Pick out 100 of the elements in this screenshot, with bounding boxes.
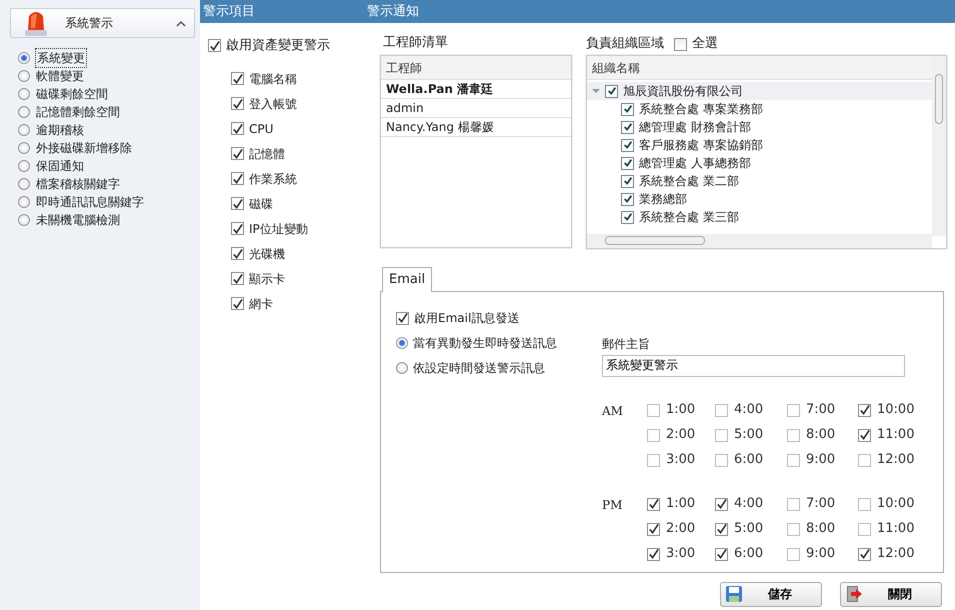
checkbox-label[interactable]: 8:00 — [806, 519, 836, 539]
checkbox-label[interactable]: 4:00 — [734, 494, 764, 514]
checkbox[interactable] — [787, 522, 800, 536]
radio-button[interactable] — [18, 142, 30, 154]
checkbox-label[interactable]: 記憶體 — [249, 144, 285, 162]
checkbox[interactable] — [787, 498, 800, 510]
radio-button[interactable] — [18, 88, 30, 100]
checkbox-label[interactable]: 2:00 — [666, 519, 696, 539]
checkbox[interactable] — [621, 210, 634, 224]
checkbox[interactable] — [621, 120, 634, 134]
checkbox-label[interactable]: 7:00 — [806, 494, 836, 514]
checkbox-label[interactable]: 磁碟 — [249, 194, 273, 212]
checkbox[interactable] — [787, 548, 800, 560]
expander-icon[interactable] — [592, 88, 600, 94]
checkbox[interactable] — [787, 454, 800, 466]
panel-header[interactable]: 系統警示 — [10, 8, 195, 38]
checkbox-label[interactable]: 啟用Email訊息發送 — [414, 309, 520, 327]
radio-button[interactable] — [18, 70, 30, 82]
checkbox[interactable] — [621, 102, 634, 116]
tree-label[interactable]: 總管理處 人事總務部 — [639, 154, 751, 172]
checkbox-label[interactable]: 8:00 — [806, 425, 836, 445]
checkbox[interactable] — [396, 312, 409, 324]
tab[interactable]: Email — [382, 267, 432, 292]
checkbox-label[interactable]: 11:00 — [877, 425, 914, 445]
checkbox-label[interactable]: 3:00 — [666, 544, 696, 564]
checkbox[interactable] — [208, 39, 221, 52]
radio-label[interactable]: 保固通知 — [36, 157, 84, 175]
horizontal-scrollbar[interactable] — [587, 234, 932, 248]
checkbox[interactable] — [605, 84, 618, 98]
checkbox[interactable] — [715, 548, 728, 560]
checkbox[interactable] — [231, 97, 244, 110]
radio-button[interactable] — [18, 214, 30, 226]
checkbox[interactable] — [715, 404, 728, 416]
radio-label[interactable]: 未關機電腦檢測 — [36, 211, 120, 229]
checkbox[interactable] — [858, 404, 871, 416]
checkbox-label[interactable]: 10:00 — [877, 400, 914, 420]
list-row[interactable]: Wella.Pan 潘韋廷 — [381, 80, 571, 99]
radio-button[interactable] — [396, 337, 408, 349]
checkbox-label[interactable]: 登入帳號 — [249, 94, 297, 112]
checkbox-label[interactable]: 作業系統 — [249, 170, 297, 188]
checkbox[interactable] — [621, 192, 634, 206]
checkbox-label[interactable]: 1:00 — [666, 494, 696, 514]
radio-button[interactable] — [18, 196, 30, 208]
tree-label[interactable]: 總管理處 財務會計部 — [639, 118, 751, 136]
checkbox-label[interactable]: 4:00 — [734, 400, 764, 420]
caret-icon[interactable] — [176, 20, 186, 26]
list-row[interactable]: Nancy.Yang 楊馨媛 — [381, 118, 571, 137]
checkbox[interactable] — [647, 522, 660, 536]
checkbox-label[interactable]: 5:00 — [734, 519, 764, 539]
checkbox[interactable] — [647, 428, 660, 442]
radio-button[interactable] — [18, 52, 30, 64]
checkbox[interactable] — [647, 454, 660, 466]
checkbox-label[interactable]: 網卡 — [249, 294, 273, 312]
checkbox[interactable] — [647, 498, 660, 510]
radio-button[interactable] — [18, 124, 30, 136]
tree-label[interactable]: 系統整合處 業三部 — [639, 208, 739, 226]
checkbox-label[interactable]: 啟用資產變更警示 — [226, 36, 330, 56]
checkbox[interactable] — [715, 498, 728, 510]
checkbox[interactable] — [231, 147, 244, 160]
checkbox-label[interactable]: 12:00 — [877, 450, 914, 470]
checkbox-label[interactable]: 12:00 — [877, 544, 914, 564]
radio-label[interactable]: 系統變更 — [36, 49, 86, 67]
checkbox[interactable] — [231, 197, 244, 210]
close-button[interactable]: 關閉 — [840, 582, 942, 606]
checkbox-label[interactable]: 11:00 — [877, 519, 914, 539]
checkbox[interactable] — [621, 138, 634, 152]
subject-field[interactable]: 系統變更警示 — [602, 354, 905, 376]
checkbox-label[interactable]: 10:00 — [877, 494, 914, 514]
checkbox[interactable] — [715, 454, 728, 466]
checkbox-label[interactable]: 2:00 — [666, 425, 696, 445]
checkbox[interactable] — [647, 404, 660, 416]
vertical-scrollbar[interactable] — [932, 56, 946, 236]
checkbox[interactable] — [858, 428, 871, 442]
checkbox[interactable] — [787, 428, 800, 442]
radio-button[interactable] — [396, 362, 408, 374]
checkbox[interactable] — [715, 522, 728, 536]
checkbox-label[interactable]: 6:00 — [734, 544, 764, 564]
checkbox-label[interactable]: 3:00 — [666, 450, 696, 470]
checkbox[interactable] — [231, 272, 244, 285]
checkbox[interactable] — [621, 156, 634, 170]
checkbox-label[interactable]: CPU — [249, 120, 274, 138]
checkbox-label[interactable]: 顯示卡 — [249, 270, 285, 288]
checkbox-label[interactable]: 全選 — [692, 34, 718, 54]
checkbox[interactable] — [858, 454, 871, 466]
radio-label[interactable]: 記憶體剩餘空間 — [36, 103, 120, 121]
radio-label[interactable]: 逾期稽核 — [36, 121, 84, 139]
radio-label[interactable]: 外接磁碟新增移除 — [36, 139, 132, 157]
tree-label[interactable]: 業務總部 — [639, 190, 687, 208]
tree-label[interactable]: 系統整合處 業二部 — [639, 172, 739, 190]
tree-label[interactable]: 系統整合處 專案業務部 — [639, 100, 763, 118]
checkbox[interactable] — [231, 247, 244, 260]
checkbox-label[interactable]: 1:00 — [666, 400, 696, 420]
checkbox[interactable] — [647, 548, 660, 560]
tree-label[interactable]: 客戶服務處 專案協銷部 — [639, 136, 763, 154]
checkbox[interactable] — [231, 222, 244, 235]
checkbox[interactable] — [858, 498, 871, 510]
radio-button[interactable] — [18, 160, 30, 172]
checkbox-label[interactable]: 光碟機 — [249, 244, 285, 262]
checkbox-label[interactable]: 9:00 — [806, 450, 836, 470]
radio-button[interactable] — [18, 178, 30, 190]
